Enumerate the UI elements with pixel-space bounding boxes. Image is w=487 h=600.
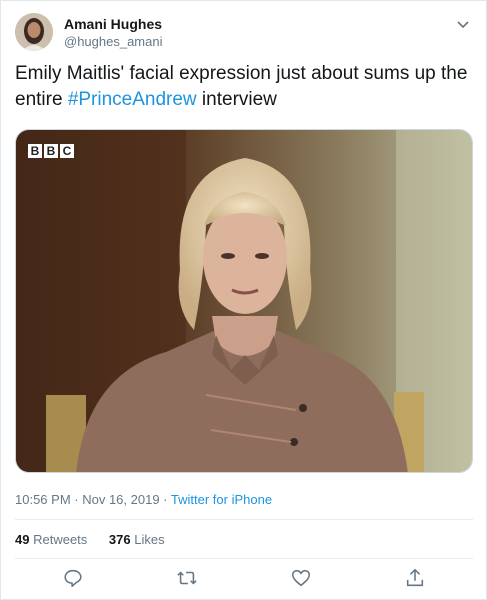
tweet-stats: 49 Retweets 376 Likes (15, 532, 183, 547)
display-name[interactable]: Amani Hughes (64, 15, 162, 33)
likes-count: 376 (108, 532, 131, 547)
likes-label: Likes (134, 532, 165, 547)
tweet-photo[interactable]: B B C (15, 129, 473, 473)
hashtag-link[interactable]: #PrinceAndrew (68, 89, 197, 110)
tweet-actions (15, 567, 473, 593)
chevron-down-icon[interactable] (455, 17, 471, 33)
user-handle[interactable]: @hughes_amani (64, 33, 162, 50)
tweet-source[interactable]: Twitter for iPhone (171, 492, 272, 507)
likes-stat[interactable]: 376 Likes (109, 532, 165, 547)
reply-icon[interactable] (62, 567, 84, 589)
meta-separator: · (70, 492, 83, 507)
share-icon[interactable] (404, 567, 426, 589)
tweet-card: Amani Hughes @hughes_amani Emily Maitlis… (0, 0, 487, 600)
retweets-stat[interactable]: 49 Retweets (15, 532, 87, 547)
meta-separator: · (159, 492, 171, 507)
retweets-label: Retweets (33, 532, 88, 547)
tweet-header: Amani Hughes @hughes_amani (15, 11, 475, 55)
divider (15, 519, 473, 520)
tweet-time[interactable]: 10:56 PM (15, 492, 71, 507)
avatar[interactable] (15, 13, 53, 51)
bbc-watermark: B B C (28, 144, 74, 158)
tweet-text: Emily Maitlis' facial expression just ab… (15, 61, 475, 113)
tweet-date[interactable]: Nov 16, 2019 (82, 492, 159, 507)
tweet-text-end: interview (196, 89, 277, 110)
retweet-icon[interactable] (176, 567, 198, 589)
heart-icon[interactable] (290, 567, 312, 589)
divider (15, 558, 473, 559)
retweets-count: 49 (15, 532, 30, 547)
tweet-meta: 10:56 PM · Nov 16, 2019 · Twitter for iP… (15, 492, 272, 507)
author-names: Amani Hughes @hughes_amani (64, 15, 162, 50)
